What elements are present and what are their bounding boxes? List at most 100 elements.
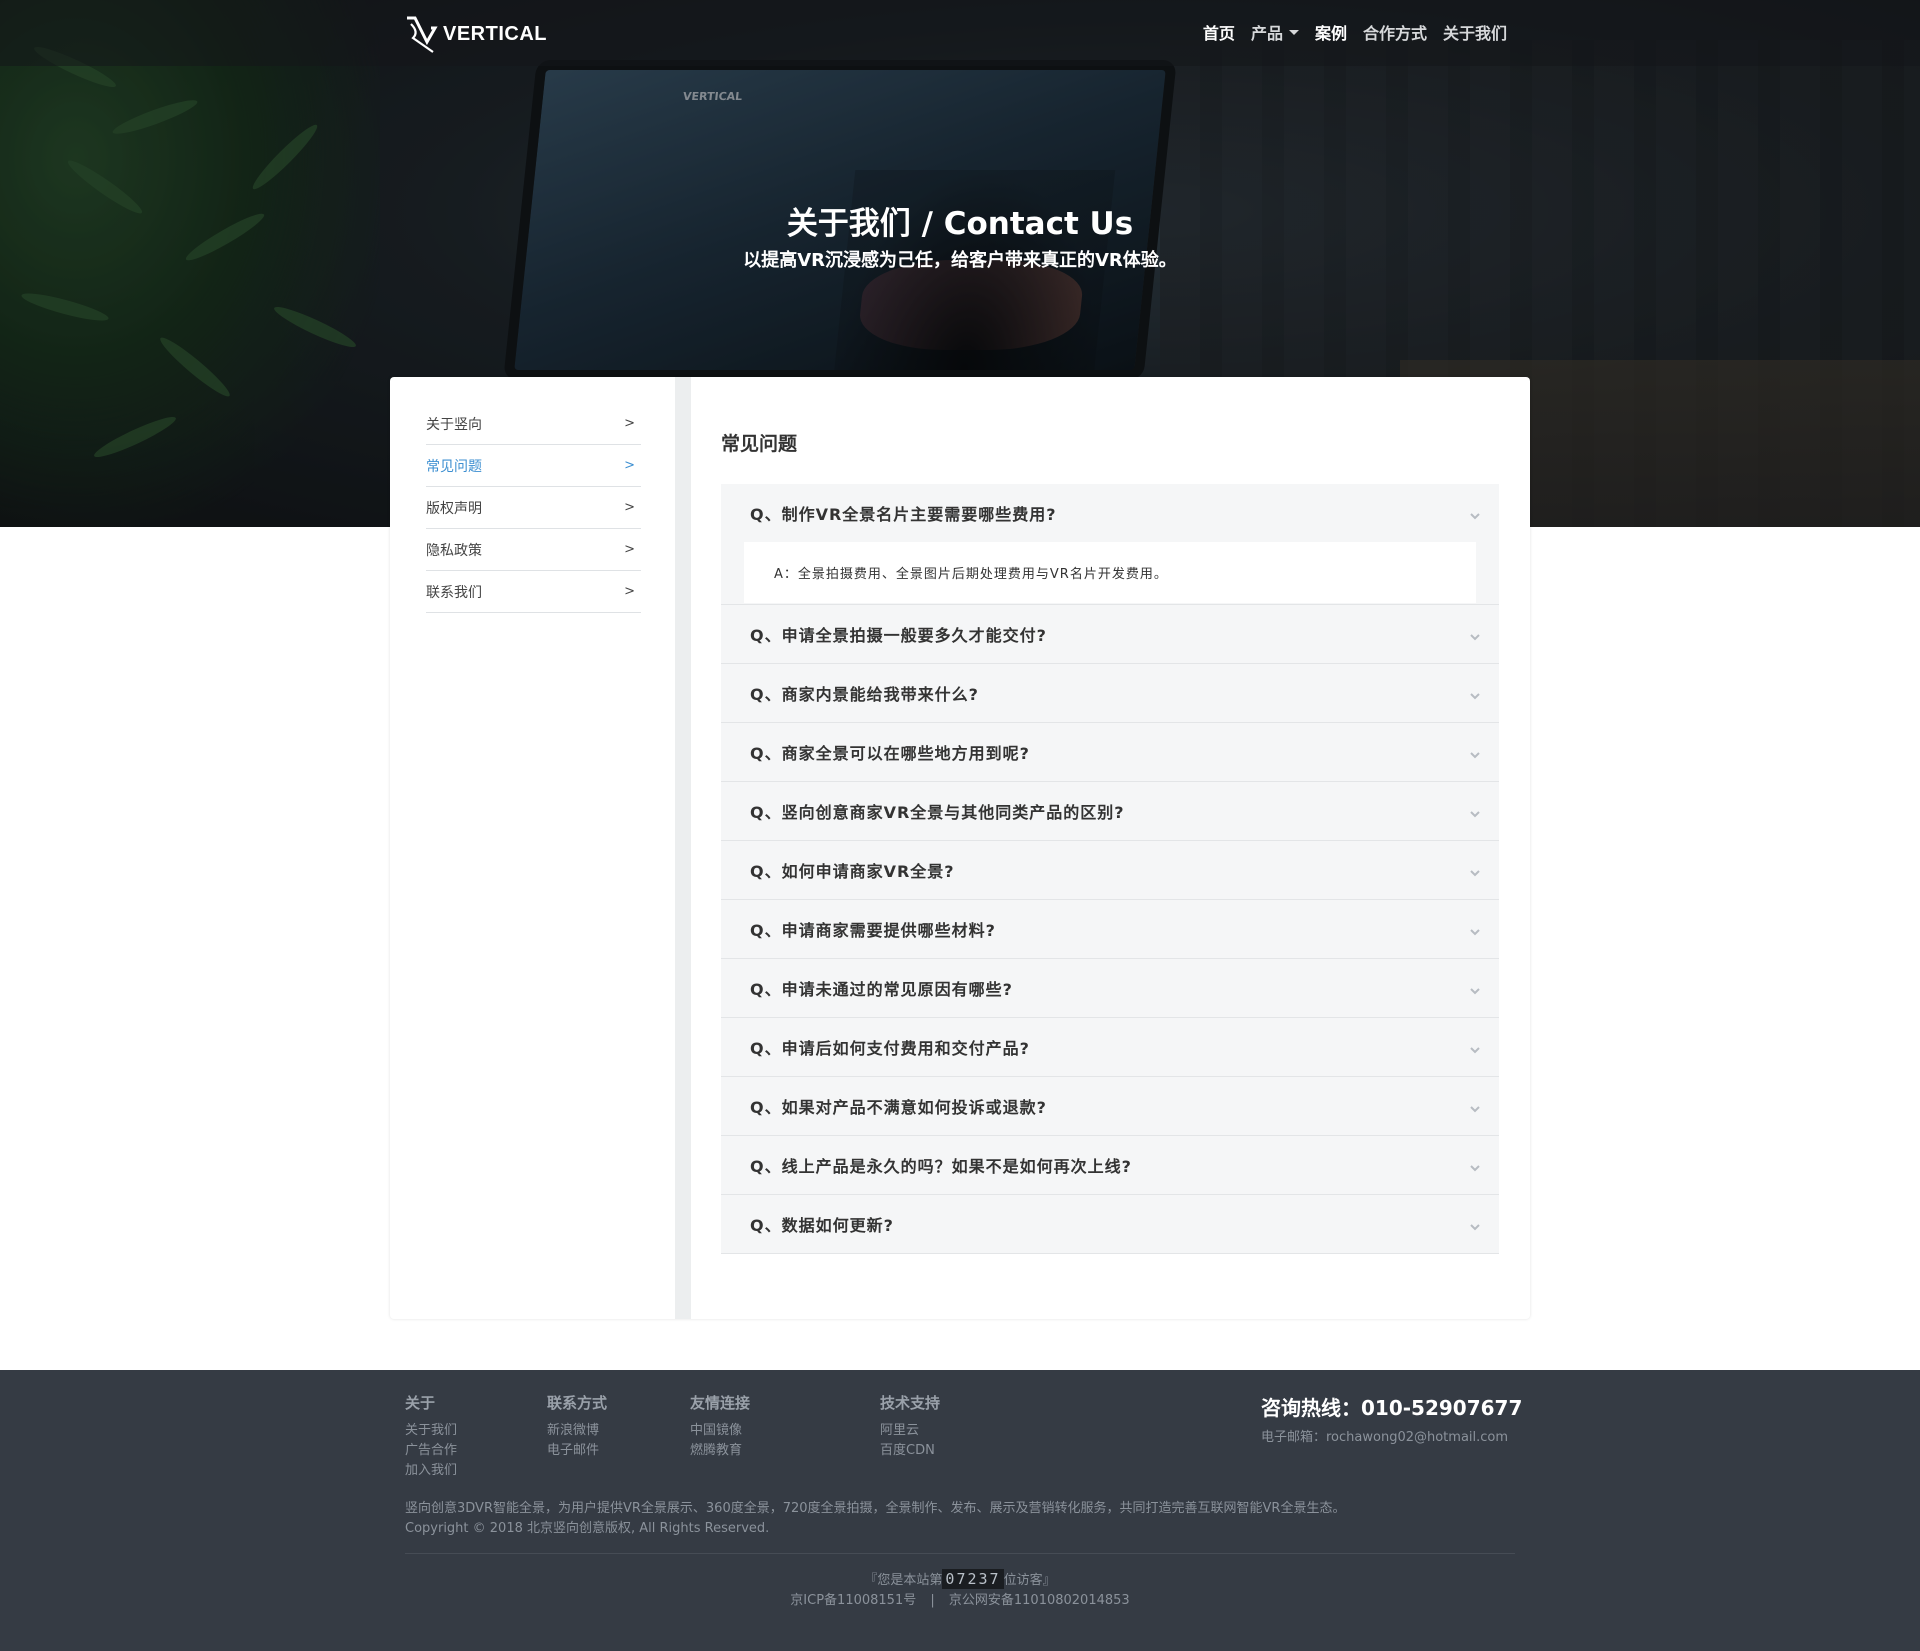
sidebar-item-contact[interactable]: 联系我们 > xyxy=(426,571,641,613)
chevron-down-icon xyxy=(1469,1041,1481,1054)
faq-question-text: Q、制作VR全景名片主要需要哪些费用? xyxy=(750,505,1057,524)
faq-item: Q、线上产品是永久的吗？如果不是如何再次上线? xyxy=(721,1136,1499,1195)
faq-item: Q、竖向创意商家VR全景与其他同类产品的区别? xyxy=(721,782,1499,841)
caret-down-icon xyxy=(1288,29,1299,35)
footer-col-friends: 友情连接 中国镜像 燃腾教育 xyxy=(690,1392,750,1461)
faq-list: Q、制作VR全景名片主要需要哪些费用? A：全景拍摄费用、全景图片后期处理费用与V… xyxy=(721,484,1499,1254)
footer-col-contact: 联系方式 新浪微博 电子邮件 xyxy=(547,1392,607,1461)
faq-question-text: Q、申请未通过的常见原因有哪些? xyxy=(750,980,1013,999)
faq-question-text: Q、申请全景拍摄一般要多久才能交付? xyxy=(750,626,1047,645)
top-navbar: VERTICAL 首页 产品 案例 合作方式 关于我们 xyxy=(0,0,1920,66)
sidebar-divider xyxy=(675,377,691,1319)
visitor-info: 『您是本站第 07237 位访客』 京ICP备11008151号 | 京公网安备11… xyxy=(790,1569,1130,1608)
chevron-down-icon xyxy=(1469,507,1481,520)
faq-item: Q、制作VR全景名片主要需要哪些费用? A：全景拍摄费用、全景图片后期处理费用与V… xyxy=(721,484,1499,605)
section-title: 常见问题 xyxy=(721,433,798,455)
faq-question[interactable]: Q、制作VR全景名片主要需要哪些费用? xyxy=(721,484,1499,542)
chevron-down-icon xyxy=(1469,982,1481,995)
faq-question[interactable]: Q、申请后如何支付费用和交付产品? xyxy=(721,1018,1499,1076)
faq-answer: A：全景拍摄费用、全景图片后期处理费用与VR名片开发费用。 xyxy=(744,542,1476,603)
chevron-right-icon: > xyxy=(624,584,635,599)
faq-question[interactable]: Q、申请未通过的常见原因有哪些? xyxy=(721,959,1499,1017)
main-menu: 首页 产品 案例 合作方式 关于我们 xyxy=(1203,20,1507,44)
faq-question[interactable]: Q、如何申请商家VR全景? xyxy=(721,841,1499,899)
faq-question[interactable]: Q、线上产品是永久的吗？如果不是如何再次上线? xyxy=(721,1136,1499,1194)
footer-description: 竖向创意3DVR智能全景，为用户提供VR全景展示、360度全景，720度全景拍摄… xyxy=(405,1499,1345,1539)
faq-question-text: Q、线上产品是永久的吗？如果不是如何再次上线? xyxy=(750,1157,1132,1176)
sidebar-item-faq[interactable]: 常见问题 > xyxy=(426,445,641,487)
faq-question[interactable]: Q、商家全景可以在哪些地方用到呢? xyxy=(721,723,1499,781)
footer-link[interactable]: 中国镜像 xyxy=(690,1421,750,1441)
footer-col-about: 关于 关于我们 广告合作 加入我们 xyxy=(405,1392,457,1481)
faq-question-text: Q、竖向创意商家VR全景与其他同类产品的区别? xyxy=(750,803,1125,822)
footer-divider xyxy=(405,1553,1515,1554)
contact-email: 电子邮箱：rochawong02@hotmail.com xyxy=(1261,1430,1509,1445)
sidebar-item-about[interactable]: 关于竖向 > xyxy=(426,403,641,445)
page-subtitle: 以提高VR沉浸感为己任，给客户带来真正的VR体验。 xyxy=(743,250,1177,271)
faq-question[interactable]: Q、商家内景能给我带来什么? xyxy=(721,664,1499,722)
sidebar-item-privacy[interactable]: 隐私政策 > xyxy=(426,529,641,571)
footer-link[interactable]: 阿里云 xyxy=(880,1421,940,1441)
faq-question-text: Q、如果对产品不满意如何投诉或退款? xyxy=(750,1098,1047,1117)
faq-question[interactable]: Q、竖向创意商家VR全景与其他同类产品的区别? xyxy=(721,782,1499,840)
faq-question[interactable]: Q、申请商家需要提供哪些材料? xyxy=(721,900,1499,958)
content-card: 关于竖向 > 常见问题 > 版权声明 > 隐私政策 > 联系我们 > 常见问题 Q、制作V… xyxy=(390,377,1530,1319)
visitor-counter: 07237 xyxy=(942,1569,1004,1589)
faq-question-text: Q、如何申请商家VR全景? xyxy=(750,862,955,881)
page-title: 关于我们 / Contact Us xyxy=(786,206,1134,242)
faq-item: Q、申请商家需要提供哪些材料? xyxy=(721,900,1499,959)
sidebar-item-copyright[interactable]: 版权声明 > xyxy=(426,487,641,529)
faq-item: Q、申请全景拍摄一般要多久才能交付? xyxy=(721,605,1499,664)
footer-link[interactable]: 广告合作 xyxy=(405,1441,457,1461)
chevron-down-icon xyxy=(1469,1218,1481,1231)
faq-question[interactable]: Q、如果对产品不满意如何投诉或退款? xyxy=(721,1077,1499,1135)
chevron-down-icon xyxy=(1469,746,1481,759)
faq-question-text: Q、商家内景能给我带来什么? xyxy=(750,685,979,704)
faq-item: Q、商家全景可以在哪些地方用到呢? xyxy=(721,723,1499,782)
footer-link[interactable]: 新浪微博 xyxy=(547,1421,607,1441)
faq-question-text: Q、数据如何更新? xyxy=(750,1216,894,1235)
faq-item: Q、如果对产品不满意如何投诉或退款? xyxy=(721,1077,1499,1136)
faq-item: Q、数据如何更新? xyxy=(721,1195,1499,1254)
faq-question[interactable]: Q、数据如何更新? xyxy=(721,1195,1499,1253)
chevron-right-icon: > xyxy=(624,542,635,557)
police-record-link[interactable]: 京公网安备11010802014853 xyxy=(949,1593,1130,1608)
nav-cooperation[interactable]: 合作方式 xyxy=(1363,20,1427,44)
chevron-down-icon xyxy=(1469,864,1481,877)
brand-logo[interactable]: VERTICAL xyxy=(405,14,547,54)
footer: 关于 关于我们 广告合作 加入我们 联系方式 新浪微博 电子邮件 友情连接 中国… xyxy=(0,1370,1920,1651)
footer-link[interactable]: 电子邮件 xyxy=(547,1441,607,1461)
chevron-down-icon xyxy=(1469,923,1481,936)
footer-col-tech: 技术支持 阿里云 百度CDN xyxy=(880,1392,940,1461)
nav-cases[interactable]: 案例 xyxy=(1315,20,1347,44)
nav-home[interactable]: 首页 xyxy=(1203,20,1235,44)
copyright: Copyright © 2018 北京竖向创意版权, All Rights Re… xyxy=(405,1521,770,1536)
footer-link[interactable]: 燃腾教育 xyxy=(690,1441,750,1461)
nav-about[interactable]: 关于我们 xyxy=(1443,20,1507,44)
footer-link[interactable]: 加入我们 xyxy=(405,1461,457,1481)
chevron-down-icon xyxy=(1469,1159,1481,1172)
chevron-down-icon xyxy=(1469,1100,1481,1113)
footer-link[interactable]: 关于我们 xyxy=(405,1421,457,1441)
faq-item: Q、申请后如何支付费用和交付产品? xyxy=(721,1018,1499,1077)
sidebar: 关于竖向 > 常见问题 > 版权声明 > 隐私政策 > 联系我们 > xyxy=(390,377,675,1319)
faq-question-text: Q、申请后如何支付费用和交付产品? xyxy=(750,1039,1030,1058)
faq-question-text: Q、申请商家需要提供哪些材料? xyxy=(750,921,996,940)
faq-item: Q、商家内景能给我带来什么? xyxy=(721,664,1499,723)
faq-question[interactable]: Q、申请全景拍摄一般要多久才能交付? xyxy=(721,605,1499,663)
chevron-right-icon: > xyxy=(624,500,635,515)
hotline: 咨询热线：010-52907677 xyxy=(1261,1396,1523,1420)
chevron-right-icon: > xyxy=(624,416,635,431)
chevron-down-icon xyxy=(1469,805,1481,818)
chevron-right-icon: > xyxy=(624,458,635,473)
footer-link[interactable]: 百度CDN xyxy=(880,1441,940,1461)
icp-link[interactable]: 京ICP备11008151号 xyxy=(790,1593,916,1608)
logo-text: VERTICAL xyxy=(443,22,547,45)
logo-mark-icon xyxy=(405,14,439,54)
nav-products-dropdown[interactable]: 产品 xyxy=(1251,20,1299,44)
chevron-down-icon xyxy=(1469,628,1481,641)
faq-item: Q、如何申请商家VR全景? xyxy=(721,841,1499,900)
faq-question-text: Q、商家全景可以在哪些地方用到呢? xyxy=(750,744,1030,763)
faq-item: Q、申请未通过的常见原因有哪些? xyxy=(721,959,1499,1018)
chevron-down-icon xyxy=(1469,687,1481,700)
